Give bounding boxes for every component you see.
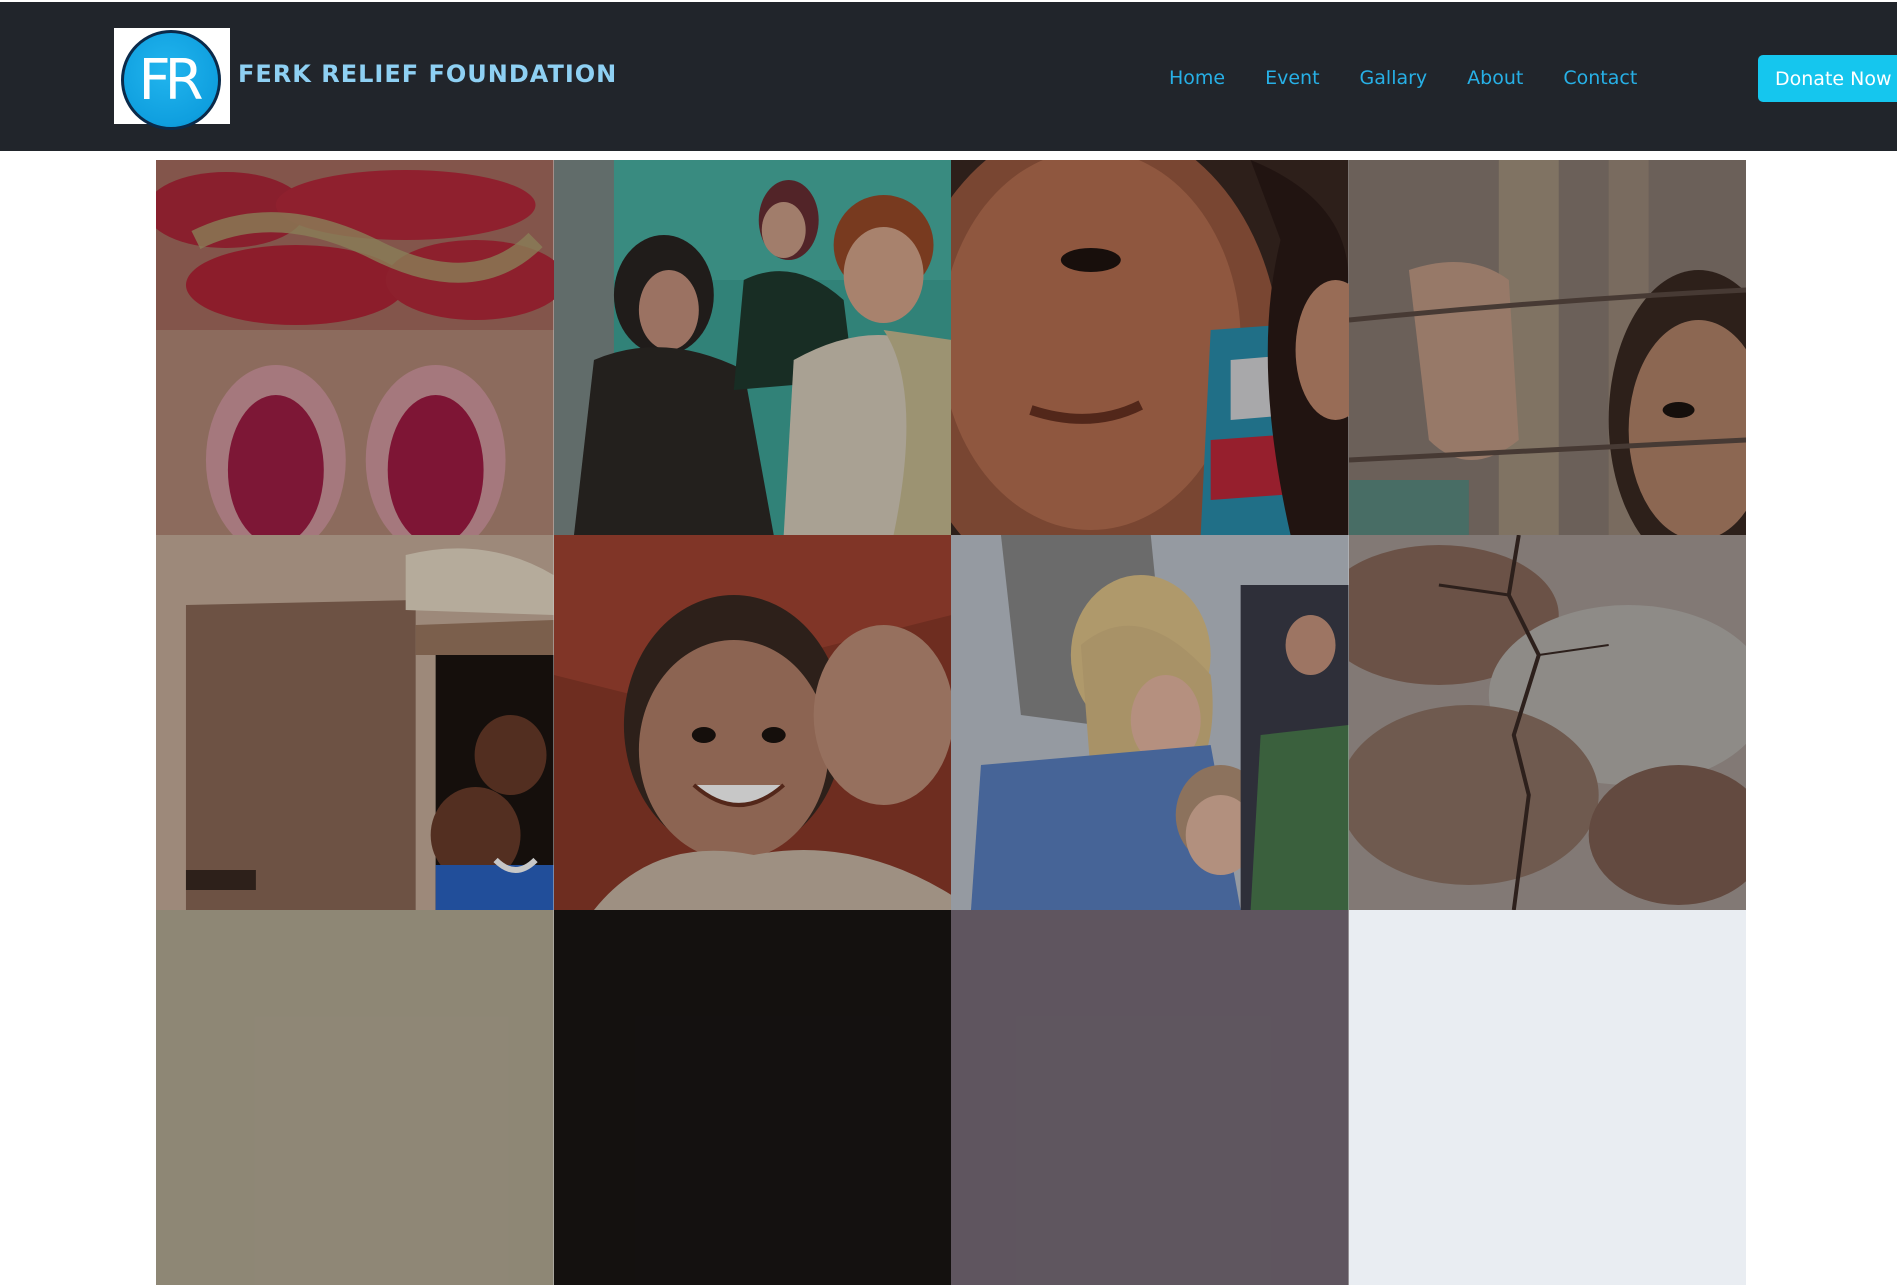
- gallery-photo-10[interactable]: [553, 910, 951, 1285]
- nav-contact[interactable]: Contact: [1563, 67, 1637, 89]
- photo-overlay: [1348, 160, 1746, 535]
- photo-overlay: [156, 535, 554, 910]
- gallery-photo-12[interactable]: [1348, 910, 1746, 1285]
- photo-overlay: [156, 160, 554, 535]
- smiling-boy-pointing-photo[interactable]: [553, 535, 951, 910]
- boy-behind-barbed-wire-photo[interactable]: [1348, 160, 1746, 535]
- smiling-child-closeup-photo[interactable]: [951, 160, 1349, 535]
- red-sandals-photo[interactable]: [156, 160, 554, 535]
- main-nav: Home Event Gallary About Contact: [1169, 67, 1677, 89]
- nav-about[interactable]: About: [1467, 67, 1523, 89]
- fr-logo-icon: FR: [121, 30, 221, 130]
- children-in-doorway-photo[interactable]: [156, 535, 554, 910]
- photo-overlay: [553, 160, 951, 535]
- woman-with-children-photo[interactable]: [951, 535, 1349, 910]
- nav-home[interactable]: Home: [1169, 67, 1225, 89]
- nav-gallary[interactable]: Gallary: [1360, 67, 1428, 89]
- photo-overlay: [951, 160, 1349, 535]
- nav-event[interactable]: Event: [1265, 67, 1319, 89]
- photo-overlay: [951, 535, 1349, 910]
- photo-gallery: [156, 160, 1746, 1285]
- children-in-headscarves-photo[interactable]: [553, 160, 951, 535]
- navbar: FR FERK RELIEF FOUNDATION Home Event Gal…: [0, 2, 1897, 151]
- donate-now-button[interactable]: Donate Now: [1758, 55, 1897, 102]
- gallery-photo-9[interactable]: [156, 910, 554, 1285]
- cracked-wall-photo[interactable]: [1348, 535, 1746, 910]
- brand-name[interactable]: FERK RELIEF FOUNDATION: [238, 60, 617, 88]
- gallery-photo-11[interactable]: [951, 910, 1349, 1285]
- photo-overlay: [553, 535, 951, 910]
- photo-overlay: [553, 910, 951, 1285]
- logo[interactable]: FR: [114, 28, 230, 130]
- photo-overlay: [951, 910, 1349, 1285]
- photo-overlay: [156, 910, 554, 1285]
- photo-overlay: [1348, 535, 1746, 910]
